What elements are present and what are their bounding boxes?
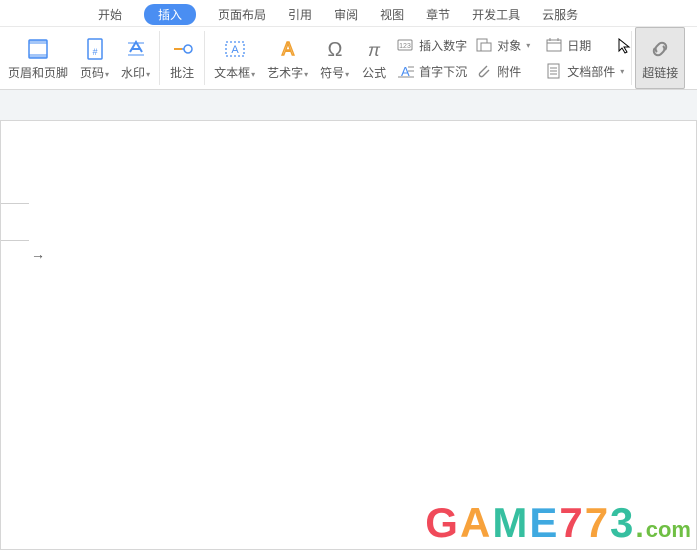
- tab-layout[interactable]: 页面布局: [218, 6, 266, 23]
- insert-number-button[interactable]: 123 插入数字: [395, 35, 469, 55]
- insert-number-icon: 123: [397, 36, 415, 54]
- col-object-attachment: 对象 ▾ 附件: [471, 27, 541, 89]
- watermark-icon: [123, 36, 149, 62]
- object-icon: [475, 36, 493, 54]
- comment-label: 批注: [170, 64, 194, 81]
- formula-button[interactable]: π 公式: [355, 27, 393, 89]
- tab-chapter[interactable]: 章节: [426, 6, 450, 23]
- chevron-down-icon: ▾: [620, 67, 624, 76]
- chevron-down-icon: ▾: [251, 70, 255, 79]
- comment-button[interactable]: 批注: [163, 27, 201, 89]
- tab-review[interactable]: 审阅: [334, 6, 358, 23]
- header-footer-button[interactable]: 页眉和页脚: [2, 27, 74, 89]
- date-button[interactable]: 日期: [543, 35, 626, 55]
- textbox-button[interactable]: A 文本框▾: [208, 27, 261, 89]
- workarea: → GAME773.com: [0, 90, 697, 549]
- watermark-button[interactable]: 水印▾: [115, 27, 156, 89]
- textbox-icon: A: [222, 36, 248, 62]
- page-number-label: 页码▾: [80, 64, 109, 81]
- page-number-button[interactable]: # 页码▾: [74, 27, 115, 89]
- svg-text:A: A: [282, 39, 294, 59]
- symbol-button[interactable]: Ω 符号▾: [314, 27, 355, 89]
- margin-indicator: [1, 203, 29, 241]
- dropcap-icon: A: [397, 62, 415, 80]
- header-footer-label: 页眉和页脚: [8, 64, 68, 81]
- document-page[interactable]: →: [0, 120, 697, 550]
- chevron-down-icon: ▾: [526, 41, 530, 50]
- hyperlink-icon: [647, 36, 673, 62]
- svg-text:A: A: [231, 44, 239, 56]
- insert-number-label: 插入数字: [419, 37, 467, 54]
- textbox-label: 文本框▾: [214, 64, 255, 81]
- doc-parts-icon: [545, 62, 563, 80]
- comment-icon: [169, 36, 195, 62]
- date-icon: [545, 36, 563, 54]
- symbol-label: 符号▾: [320, 64, 349, 81]
- attachment-label: 附件: [497, 63, 521, 80]
- col-date-docparts: 日期 文档部件 ▾: [541, 27, 628, 89]
- doc-parts-label: 文档部件: [567, 63, 615, 80]
- formula-label: 公式: [362, 64, 386, 81]
- page-number-icon: #: [82, 36, 108, 62]
- separator: [204, 31, 205, 85]
- doc-parts-button[interactable]: 文档部件 ▾: [543, 61, 626, 81]
- svg-text:#: #: [92, 47, 97, 57]
- ribbon: 页眉和页脚 # 页码▾ 水印▾ 批注 A 文本框▾ A 艺术字▾ Ω: [0, 26, 697, 90]
- tab-view[interactable]: 视图: [380, 6, 404, 23]
- chevron-down-icon: ▾: [146, 70, 150, 79]
- wordart-label: 艺术字▾: [267, 64, 308, 81]
- hyperlink-button[interactable]: 超链接: [635, 27, 685, 89]
- svg-text:π: π: [368, 40, 381, 60]
- chevron-down-icon: ▾: [345, 70, 349, 79]
- ribbon-tabbar: 开始 插入 页面布局 引用 审阅 视图 章节 开发工具 云服务: [0, 0, 697, 26]
- separator: [159, 31, 160, 85]
- wordart-button[interactable]: A 艺术字▾: [261, 27, 314, 89]
- date-label: 日期: [567, 37, 591, 54]
- dropcap-label: 首字下沉: [419, 63, 467, 80]
- svg-text:123: 123: [399, 43, 411, 50]
- tab-reference[interactable]: 引用: [288, 6, 312, 23]
- col-number-dropcap: 123 插入数字 A 首字下沉: [393, 27, 471, 89]
- tab-dev[interactable]: 开发工具: [472, 6, 520, 23]
- cursor-icon: [618, 38, 634, 54]
- svg-text:Ω: Ω: [327, 39, 342, 61]
- attachment-icon: [475, 62, 493, 80]
- tab-start[interactable]: 开始: [98, 6, 122, 23]
- formula-icon: π: [361, 36, 387, 62]
- tab-cloud[interactable]: 云服务: [542, 6, 578, 23]
- symbol-icon: Ω: [322, 36, 348, 62]
- tab-arrow-mark: →: [31, 246, 45, 262]
- chevron-down-icon: ▾: [105, 70, 109, 79]
- header-footer-icon: [25, 36, 51, 62]
- object-label: 对象: [497, 37, 521, 54]
- object-button[interactable]: 对象 ▾: [473, 35, 539, 55]
- wordart-icon: A: [275, 36, 301, 62]
- chevron-down-icon: ▾: [304, 70, 308, 79]
- site-watermark: GAME773.com: [425, 499, 691, 547]
- watermark-label: 水印▾: [121, 64, 150, 81]
- hyperlink-label: 超链接: [642, 64, 678, 81]
- attachment-button[interactable]: 附件: [473, 61, 539, 81]
- tab-insert[interactable]: 插入: [144, 4, 196, 25]
- dropcap-button[interactable]: A 首字下沉: [395, 61, 469, 81]
